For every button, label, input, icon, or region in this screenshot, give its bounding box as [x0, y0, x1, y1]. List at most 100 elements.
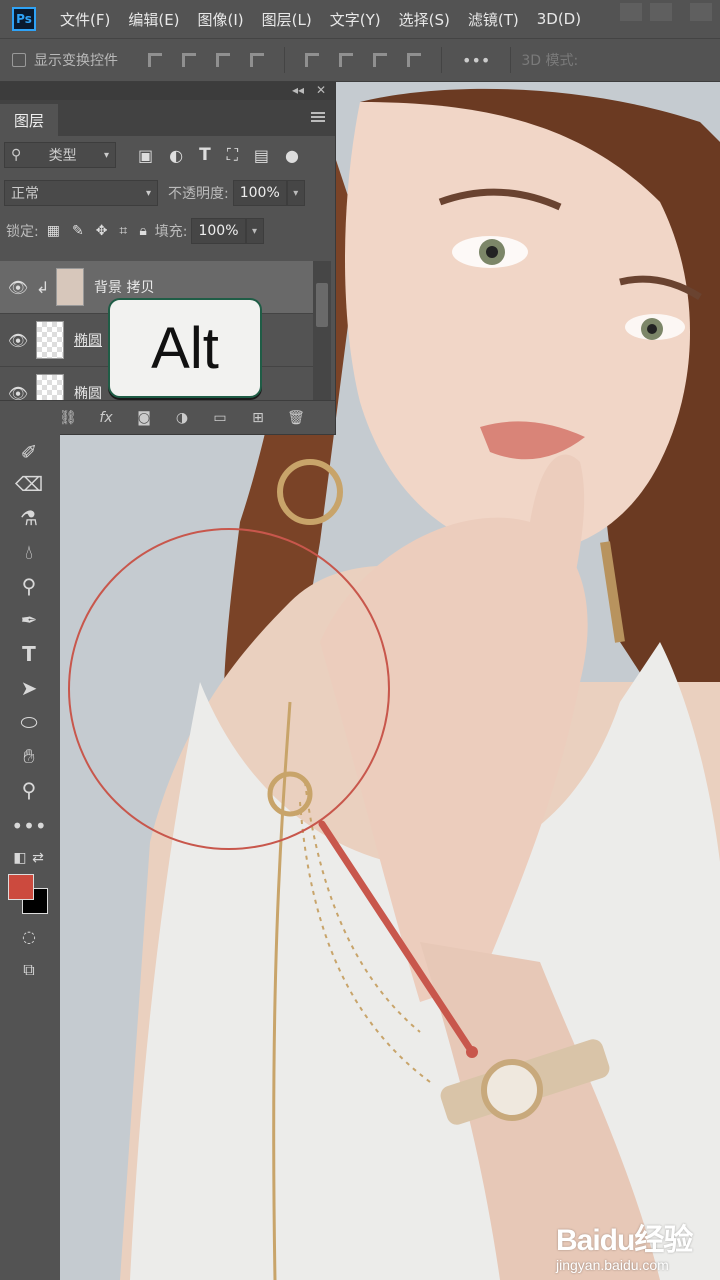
quick-mask-icon[interactable]: ◌ — [15, 922, 43, 950]
more-options-button[interactable]: ••• — [462, 51, 490, 70]
delete-layer-icon[interactable]: 🗑︎ — [287, 410, 305, 426]
type-filter-icon[interactable]: T — [199, 145, 211, 165]
opacity-field[interactable]: 100% — [232, 180, 287, 206]
search-icon: ⚲ — [11, 147, 22, 163]
align-left-icon[interactable] — [146, 51, 164, 69]
lock-position-icon[interactable]: ✥ — [96, 223, 108, 239]
fill-field[interactable]: 100% — [191, 218, 246, 244]
tab-layers[interactable]: 图层 — [0, 104, 59, 136]
visibility-eye-icon[interactable]: 👁︎ — [0, 278, 36, 297]
scrollbar-thumb[interactable] — [316, 283, 328, 327]
clipping-arrow-icon: ↲ — [36, 277, 50, 297]
collapse-panel-icon[interactable]: ◂◂ — [292, 83, 304, 97]
panel-tab-row: 图层 — [0, 100, 335, 136]
link-layers-icon[interactable]: ⛓ — [59, 410, 77, 426]
layer-name[interactable]: 背景 拷贝 — [94, 277, 154, 297]
swap-colors-icon[interactable]: ⇄ — [24, 844, 52, 872]
new-adjustment-icon[interactable]: ◑ — [173, 410, 191, 426]
menu-filter[interactable]: 滤镜(T) — [468, 9, 519, 30]
path-selection-icon[interactable]: ➤ — [15, 674, 43, 702]
menu-layer[interactable]: 图层(L) — [262, 9, 312, 30]
align-center-icon[interactable] — [180, 51, 198, 69]
visibility-eye-icon[interactable]: 👁︎ — [0, 384, 36, 401]
align-right-icon[interactable] — [214, 51, 232, 69]
layer-thumbnail — [36, 321, 64, 359]
more-tools-icon[interactable]: ••• — [11, 812, 46, 840]
menu-file[interactable]: 文件(F) — [60, 9, 110, 30]
type-tool-icon[interactable]: T — [15, 640, 43, 668]
alt-key-overlay: Alt — [108, 298, 262, 398]
fx-icon[interactable]: fx — [97, 410, 115, 426]
adjustment-filter-icon[interactable]: ◐ — [169, 146, 183, 165]
panel-footer: ⛓ fx ◙ ◑ ▭ ⊞ 🗑︎ — [0, 400, 335, 434]
opacity-label: 不透明度: — [168, 186, 229, 202]
lock-row: 锁定: ▦ ✎ ✥ ⌗ 🔒︎ 填充: 100% ▾ — [0, 212, 335, 250]
new-layer-icon[interactable]: ⊞ — [249, 410, 267, 426]
blend-mode-label: 正常 — [11, 186, 39, 202]
align-top-icon[interactable] — [303, 51, 321, 69]
foreground-color-swatch[interactable] — [8, 874, 34, 900]
layer-name[interactable]: 椭圆 — [74, 330, 102, 350]
chevron-down-icon: ▾ — [252, 225, 258, 237]
options-bar: 显示变换控件 ••• 3D 模式: — [0, 39, 720, 82]
eraser-icon[interactable]: ⌫ — [15, 470, 43, 498]
menu-type[interactable]: 文字(Y) — [330, 9, 381, 30]
layer-scrollbar[interactable] — [313, 261, 331, 400]
tools-panel: ✐ ⌫ ⚗ 💧︎ ⚲ ✒ T ➤ ⬭ ✋︎ ⚲ ••• ◧ ⇄ ◌ ⧉ — [0, 434, 60, 1280]
lock-artboard-icon[interactable]: ⌗ — [119, 223, 127, 239]
healing-brush-icon[interactable]: ✐ — [15, 438, 43, 466]
screen-mode-icon[interactable]: ⧉ — [15, 956, 43, 984]
maximize-button[interactable] — [650, 3, 672, 21]
blur-icon[interactable]: 💧︎ — [15, 538, 43, 566]
panel-header: ◂◂ ✕ — [0, 82, 335, 100]
smart-object-filter-icon[interactable]: ▤ — [254, 146, 269, 165]
layer-thumbnail — [56, 268, 84, 306]
blend-mode-select[interactable]: 正常 ▾ — [4, 180, 158, 206]
pixel-filter-icon[interactable]: ▣ — [138, 146, 153, 165]
new-group-icon[interactable]: ▭ — [211, 410, 229, 426]
close-panel-icon[interactable]: ✕ — [316, 83, 326, 97]
filter-row: ⚲ 类型 ▾ ▣ ◐ T ⛶ ▤ ● — [0, 136, 335, 174]
fill-dropdown[interactable]: ▾ — [245, 218, 264, 244]
filter-toggle-icon[interactable]: ● — [285, 146, 299, 165]
align-bottom-icon[interactable] — [371, 51, 389, 69]
close-window-button[interactable] — [690, 3, 712, 21]
watermark-url: jingyan.baidu.com — [556, 1257, 669, 1273]
lock-label: 锁定: — [6, 224, 39, 240]
menu-edit[interactable]: 编辑(E) — [128, 9, 179, 30]
chevron-down-icon: ▾ — [293, 187, 299, 199]
mode-3d-label: 3D 模式: — [521, 53, 579, 69]
photoshop-logo[interactable]: Ps — [12, 7, 36, 31]
hand-tool-icon[interactable]: ✋︎ — [15, 742, 43, 770]
menu-select[interactable]: 选择(S) — [399, 9, 450, 30]
menu-bar: Ps 文件(F) 编辑(E) 图像(I) 图层(L) 文字(Y) 选择(S) 滤… — [0, 0, 720, 39]
zoom-tool-icon[interactable]: ⚲ — [15, 776, 43, 804]
show-transform-checkbox[interactable] — [12, 53, 26, 67]
chevron-down-icon: ▾ — [103, 149, 109, 161]
lock-brush-icon[interactable]: ✎ — [72, 223, 84, 239]
chevron-down-icon: ▾ — [145, 187, 151, 199]
fill-label: 填充: — [154, 224, 188, 240]
distribute-icon[interactable] — [248, 51, 266, 69]
add-mask-icon[interactable]: ◙ — [135, 410, 153, 426]
pen-icon[interactable]: ✒ — [15, 606, 43, 634]
minimize-button[interactable] — [620, 3, 642, 21]
panel-menu-icon[interactable] — [311, 112, 325, 122]
menu-3d[interactable]: 3D(D) — [537, 10, 581, 28]
lock-pixels-icon[interactable]: ▦ — [47, 223, 60, 239]
filter-type-select[interactable]: ⚲ 类型 ▾ — [4, 142, 116, 168]
lock-all-icon[interactable]: 🔒︎ — [139, 223, 146, 239]
opacity-dropdown[interactable]: ▾ — [286, 180, 305, 206]
divider — [510, 47, 512, 73]
watermark-brand: Baidu经验 — [556, 1224, 693, 1257]
dodge-icon[interactable]: ⚲ — [15, 572, 43, 600]
align-middle-icon[interactable] — [337, 51, 355, 69]
ellipse-tool-icon[interactable]: ⬭ — [15, 708, 43, 736]
menu-image[interactable]: 图像(I) — [198, 9, 244, 30]
layer-name[interactable]: 椭圆 — [74, 383, 102, 400]
paint-bucket-icon[interactable]: ⚗ — [15, 504, 43, 532]
layer-thumbnail — [36, 374, 64, 400]
distribute-vertical-icon[interactable] — [405, 51, 423, 69]
shape-filter-icon[interactable]: ⛶ — [227, 145, 238, 165]
visibility-eye-icon[interactable]: 👁︎ — [0, 331, 36, 350]
